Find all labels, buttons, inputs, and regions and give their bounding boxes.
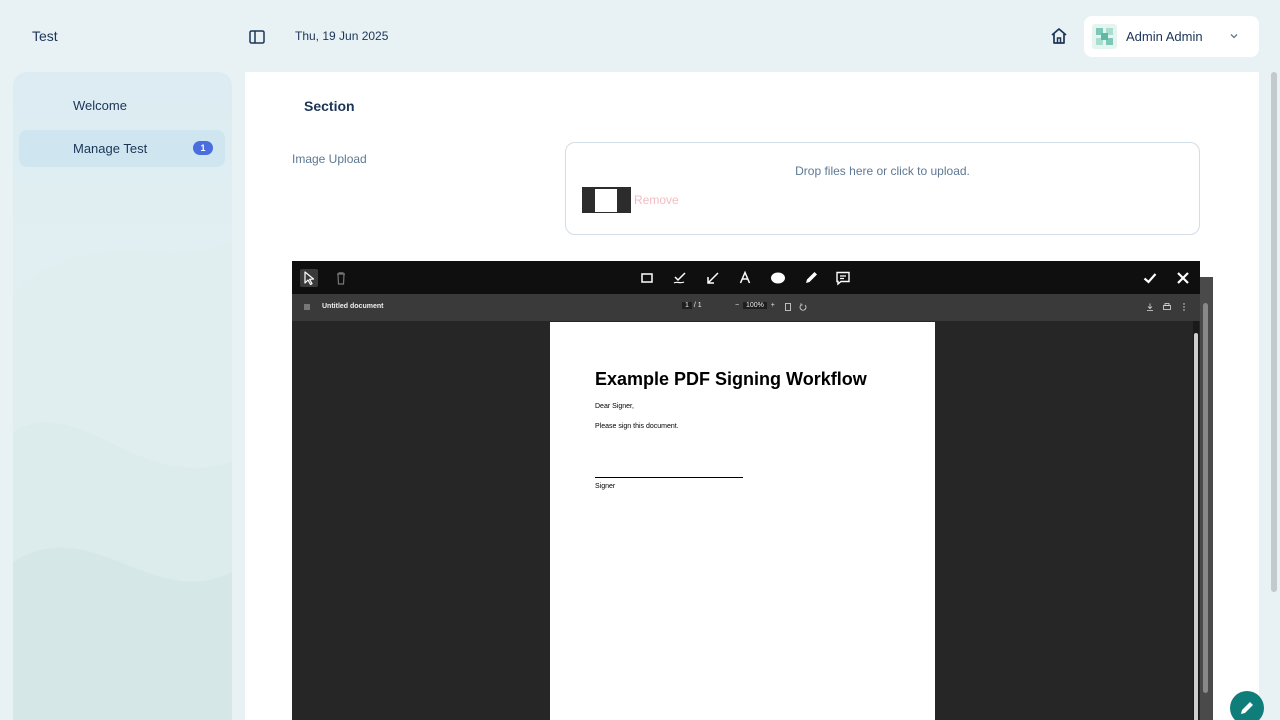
scrollbar-thumb[interactable] xyxy=(1194,333,1198,720)
arrow-icon[interactable] xyxy=(704,269,722,287)
trash-icon[interactable] xyxy=(332,269,350,287)
rotate-icon[interactable] xyxy=(798,302,808,312)
app-title: Test xyxy=(32,28,58,44)
print-icon[interactable] xyxy=(1162,302,1172,312)
section-title: Section xyxy=(304,98,355,114)
scrollbar-thumb[interactable] xyxy=(1203,303,1208,693)
home-icon[interactable] xyxy=(1049,26,1069,46)
user-name: Admin Admin xyxy=(1126,29,1203,44)
pdf-body-text: Please sign this document. xyxy=(595,423,679,430)
sidebar-item-label: Manage Test xyxy=(73,141,148,156)
edit-floating-button[interactable] xyxy=(1230,691,1264,720)
page-total: / 1 xyxy=(693,302,702,309)
zoom-controls: − 100% + xyxy=(735,302,775,309)
menu-icon[interactable] xyxy=(303,303,311,311)
page-number-input[interactable]: 1 xyxy=(682,302,692,309)
thumbnail-page xyxy=(595,189,617,212)
sidebar-toggle-icon[interactable] xyxy=(248,28,266,46)
document-name: Untitled document xyxy=(322,303,384,310)
cursor-icon[interactable] xyxy=(300,269,318,287)
zoom-value[interactable]: 100% xyxy=(742,302,767,309)
annotation-toolbar xyxy=(292,261,1200,294)
pdf-salutation: Dear Signer, xyxy=(595,403,634,410)
main-panel: Section Image Upload Drop files here or … xyxy=(245,72,1259,720)
avatar xyxy=(1092,24,1117,49)
zoom-in-button[interactable]: + xyxy=(767,302,775,309)
sidebar-item-welcome[interactable]: Welcome xyxy=(19,87,225,124)
current-date: Thu, 19 Jun 2025 xyxy=(295,29,389,43)
remove-file-link[interactable]: Remove xyxy=(634,193,679,207)
pdf-editor: Untitled document 1 / 1 − 100% + Example… xyxy=(292,261,1200,720)
ellipse-icon[interactable] xyxy=(769,269,787,287)
user-menu[interactable]: Admin Admin xyxy=(1084,16,1259,57)
check-icon[interactable] xyxy=(1141,269,1159,287)
comment-icon[interactable] xyxy=(834,269,852,287)
chevron-down-icon[interactable] xyxy=(1228,30,1240,42)
pdf-canvas[interactable]: Example PDF Signing Workflow Dear Signer… xyxy=(292,321,1200,720)
more-icon[interactable] xyxy=(1179,302,1189,312)
page-indicator: 1 / 1 xyxy=(682,302,702,312)
image-upload-label: Image Upload xyxy=(292,152,367,166)
signature-line[interactable] xyxy=(595,477,743,478)
close-icon[interactable] xyxy=(1174,269,1192,287)
pdf-title: Example PDF Signing Workflow xyxy=(595,369,867,389)
zoom-out-button[interactable]: − xyxy=(735,302,743,309)
download-icon[interactable] xyxy=(1145,302,1155,312)
signature-label: Signer xyxy=(595,483,616,490)
count-badge: 1 xyxy=(193,141,213,155)
check-pen-icon[interactable] xyxy=(671,269,689,287)
file-thumbnail[interactable] xyxy=(582,187,631,213)
top-bar: Test Thu, 19 Jun 2025 Admin Admin xyxy=(0,0,1280,72)
pdf-viewer-bar: Untitled document 1 / 1 − 100% + xyxy=(292,294,1200,321)
sidebar-item-manage-test[interactable]: Manage Test 1 xyxy=(19,130,225,167)
sidebar-item-label: Welcome xyxy=(73,98,127,113)
pen-icon[interactable] xyxy=(802,269,820,287)
text-icon[interactable] xyxy=(736,269,754,287)
rectangle-icon[interactable] xyxy=(638,269,656,287)
dropzone-text: Drop files here or click to upload. xyxy=(795,164,970,178)
pdf-scrollbar[interactable] xyxy=(1193,321,1199,720)
sidebar-background-waves xyxy=(13,242,232,720)
pdf-page[interactable]: Example PDF Signing Workflow Dear Signer… xyxy=(550,322,935,720)
page-scrollbar[interactable] xyxy=(1271,72,1277,592)
fit-page-icon[interactable] xyxy=(783,302,793,312)
pencil-icon xyxy=(1241,702,1253,714)
sidebar: Welcome Manage Test 1 xyxy=(13,72,232,720)
editor-side-scrollbar[interactable] xyxy=(1200,277,1213,720)
file-dropzone[interactable]: Drop files here or click to upload. Remo… xyxy=(565,142,1200,235)
